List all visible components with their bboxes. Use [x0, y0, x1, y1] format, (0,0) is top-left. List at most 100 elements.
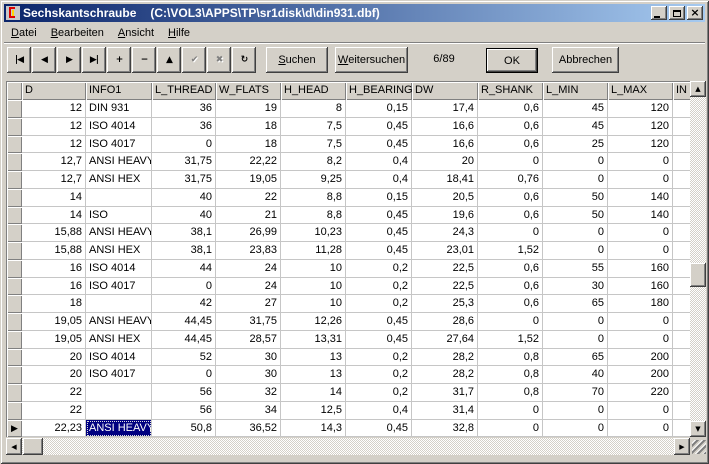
grid-cell[interactable] [86, 189, 152, 207]
grid-cell[interactable]: 0 [608, 331, 673, 349]
grid-cell[interactable]: 20 [22, 366, 86, 384]
grid-cell[interactable]: 0 [608, 242, 673, 260]
grid-cell[interactable]: 0 [608, 171, 673, 189]
column-header-l_max[interactable]: L_MAX [608, 82, 673, 100]
grid-cell[interactable]: 12 [22, 118, 86, 136]
grid-cell[interactable]: 0,15 [346, 100, 412, 118]
grid-cell[interactable]: ISO 4017 [86, 366, 152, 384]
grid-cell[interactable]: 200 [608, 349, 673, 367]
scroll-right-icon[interactable]: ▶ [674, 438, 690, 455]
grid-cell[interactable]: 0,6 [478, 189, 543, 207]
grid-cell[interactable]: 10 [281, 260, 346, 278]
grid-cell[interactable]: 10 [281, 278, 346, 296]
grid-cell[interactable]: 0,6 [478, 207, 543, 225]
grid-cell[interactable]: 22,5 [412, 278, 478, 296]
grid-cell[interactable] [673, 384, 690, 402]
grid-cell[interactable] [673, 331, 690, 349]
grid-cell[interactable]: 0,6 [478, 118, 543, 136]
grid-cell[interactable]: 0 [543, 331, 608, 349]
grid-cell[interactable]: 22 [22, 402, 86, 420]
vertical-scrollbar[interactable]: ▲ ▼ [690, 81, 706, 437]
grid-cell[interactable]: 26,99 [216, 224, 281, 242]
grid-cell[interactable]: 55 [543, 260, 608, 278]
vertical-scroll-thumb[interactable] [690, 263, 706, 287]
grid-cell[interactable]: 8,8 [281, 207, 346, 225]
grid-cell[interactable]: 22 [216, 189, 281, 207]
grid-cell[interactable] [86, 295, 152, 313]
grid-cell[interactable]: ISO 4014 [86, 118, 152, 136]
grid-cell[interactable]: 0,45 [346, 207, 412, 225]
grid-cell[interactable]: 0 [152, 136, 216, 154]
grid-cell[interactable]: 32,8 [412, 420, 478, 438]
grid-cell[interactable]: 8,8 [281, 189, 346, 207]
column-header-in[interactable]: IN [673, 82, 690, 100]
grid-cell[interactable]: 70 [543, 384, 608, 402]
grid-cell[interactable]: 22,5 [412, 260, 478, 278]
grid-cell[interactable]: 0,2 [346, 349, 412, 367]
grid-cell[interactable]: 36 [152, 100, 216, 118]
grid-cell[interactable]: 24 [216, 278, 281, 296]
grid-cell[interactable]: 34 [216, 402, 281, 420]
resize-grip[interactable] [692, 440, 706, 454]
grid-cell[interactable]: 180 [608, 295, 673, 313]
grid-cell[interactable]: 19,05 [22, 313, 86, 331]
grid-cell[interactable]: 11,28 [281, 242, 346, 260]
grid-cell[interactable]: 27 [216, 295, 281, 313]
grid-cell[interactable]: 38,1 [152, 242, 216, 260]
grid-cell[interactable]: 9,25 [281, 171, 346, 189]
grid-cell[interactable]: 0 [608, 402, 673, 420]
grid-cell[interactable]: ISO [86, 207, 152, 225]
next-record-button[interactable]: ▶ [57, 47, 81, 73]
grid-cell[interactable]: 42 [152, 295, 216, 313]
grid-cell[interactable]: ISO 4017 [86, 278, 152, 296]
grid-cell[interactable]: 12 [22, 136, 86, 154]
last-record-button[interactable]: ▶| [82, 47, 106, 73]
grid-cell[interactable]: 10 [281, 295, 346, 313]
title-bar[interactable]: Sechskantschraube(C:\VOL3\APPS\TP\sr1dis… [4, 4, 705, 22]
ok-button[interactable]: OK [486, 48, 538, 73]
grid-cell[interactable]: 32 [216, 384, 281, 402]
grid-cell[interactable]: 25,3 [412, 295, 478, 313]
suchen-button[interactable]: Suchen [266, 47, 328, 73]
menu-bearbeiten[interactable]: Bearbeiten [45, 25, 110, 41]
prior-record-button[interactable]: ◀ [32, 47, 56, 73]
column-header-l_thread[interactable]: L_THREAD [152, 82, 216, 100]
first-record-button[interactable]: |◀ [7, 47, 31, 73]
grid-cell[interactable]: 14 [22, 189, 86, 207]
grid-cell[interactable]: 40 [152, 207, 216, 225]
grid-cell[interactable]: 1,52 [478, 242, 543, 260]
grid-cell[interactable]: 22 [22, 384, 86, 402]
column-header-w_flats[interactable]: W_FLATS [216, 82, 281, 100]
grid-cell[interactable]: 30 [543, 278, 608, 296]
grid-cell[interactable]: 0,45 [346, 242, 412, 260]
weitersuchen-button[interactable]: Weitersuchen [335, 47, 408, 73]
grid-cell[interactable]: 15,88 [22, 242, 86, 260]
grid-cell[interactable]: 13 [281, 366, 346, 384]
edit-record-button[interactable]: ▲ [157, 47, 181, 73]
grid-cell[interactable]: 24,3 [412, 224, 478, 242]
grid-cell[interactable]: 24 [216, 260, 281, 278]
grid-cell[interactable] [673, 136, 690, 154]
grid-cell[interactable] [673, 189, 690, 207]
grid-cell[interactable]: 0 [543, 420, 608, 438]
grid-cell[interactable]: 0 [543, 402, 608, 420]
grid-cell[interactable]: 0,76 [478, 171, 543, 189]
grid-cell[interactable]: 0 [543, 242, 608, 260]
grid-cell[interactable]: 14 [22, 207, 86, 225]
grid-cell[interactable]: ANSI HEAVY [86, 224, 152, 242]
insert-record-button[interactable]: + [107, 47, 131, 73]
column-header-h_bearing[interactable]: H_BEARING [346, 82, 412, 100]
grid-cell[interactable] [673, 171, 690, 189]
grid-cell[interactable]: 19,6 [412, 207, 478, 225]
grid-cell[interactable]: 28,2 [412, 349, 478, 367]
grid-cell[interactable]: 44,45 [152, 331, 216, 349]
grid-cell[interactable]: 44 [152, 260, 216, 278]
grid-cell[interactable]: 36 [152, 118, 216, 136]
grid-cell[interactable]: 0,45 [346, 331, 412, 349]
column-header-d[interactable]: D [22, 82, 86, 100]
grid-cell[interactable]: 31,4 [412, 402, 478, 420]
grid-cell[interactable] [673, 313, 690, 331]
grid-cell[interactable]: 56 [152, 402, 216, 420]
scroll-up-icon[interactable]: ▲ [690, 81, 706, 97]
grid-cell[interactable] [673, 153, 690, 171]
